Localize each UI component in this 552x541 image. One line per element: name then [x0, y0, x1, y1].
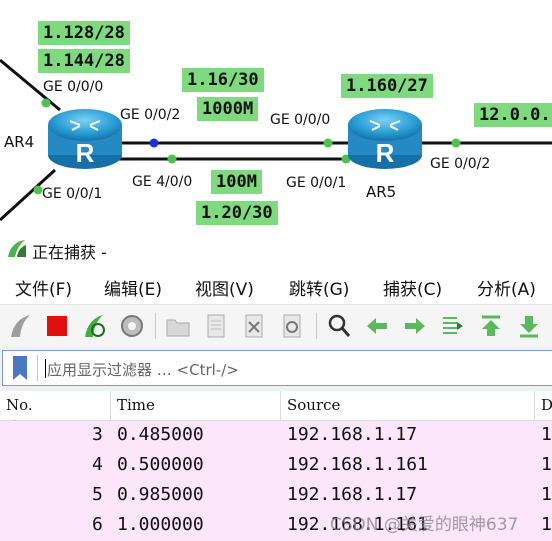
filter-placeholder: 应用显示过滤器 … <Ctrl-/> [47, 361, 239, 379]
device-name-ar4: AR4 [4, 133, 35, 151]
menu-go[interactable]: 跳转(G) [289, 275, 349, 300]
file-icon[interactable] [203, 313, 229, 339]
options-icon[interactable] [119, 313, 145, 339]
port-dot [323, 138, 333, 148]
bookmark-icon[interactable] [11, 355, 29, 381]
packet-no: 4 [92, 454, 103, 475]
ip-label: 1.144/28 [38, 49, 130, 73]
menu-bar: 文件(F) 编辑(E) 视图(V) 跳转(G) 捕获(C) 分析(A) [0, 266, 552, 304]
port-dot [149, 138, 159, 148]
menu-capture[interactable]: 捕获(C) [383, 275, 442, 300]
port-label: GE 0/0/0 [270, 112, 331, 128]
port-label: GE 0/0/2 [120, 107, 181, 123]
ip-label: 1.16/30 [182, 68, 264, 92]
packet-time: 1.000000 [117, 514, 204, 535]
menu-view[interactable]: 视图(V) [195, 275, 254, 300]
ip-label: 1.160/27 [341, 74, 433, 98]
packet-time: 0.985000 [117, 484, 204, 505]
port-label: GE 0/0/1 [42, 186, 103, 202]
menu-file[interactable]: 文件(F) [15, 275, 72, 300]
packet-no: 3 [92, 424, 103, 445]
packet-source: 192.168.1.17 [287, 424, 418, 445]
goto-packet-icon[interactable] [440, 313, 466, 339]
router-ar5-icon[interactable]: R [348, 109, 422, 169]
network-topology: R R 1.128/28 1.144/28 1.16/30 1000M 1.16… [0, 0, 552, 232]
reload-icon[interactable] [279, 313, 305, 339]
wireshark-window: 正在捕获 - 文件(F) 编辑(E) 视图(V) 跳转(G) 捕获(C) 分析(… [0, 232, 552, 541]
open-folder-icon[interactable] [165, 313, 191, 339]
packet-no: 6 [92, 514, 103, 535]
packet-destination: 1 [541, 454, 552, 475]
packet-destination: 1 [541, 484, 552, 505]
packet-row[interactable]: 3 0.485000 192.168.1.17 1 [0, 421, 552, 451]
close-file-icon[interactable] [241, 313, 267, 339]
packet-time: 0.500000 [117, 454, 204, 475]
main-toolbar [0, 304, 552, 347]
port-dot [167, 154, 177, 164]
port-label: GE 0/0/1 [286, 175, 347, 191]
window-title: 正在捕获 - [32, 243, 107, 262]
wireshark-logo-icon [8, 240, 26, 257]
watermark: CSDN @关爱的眼神637 [330, 515, 519, 535]
display-filter-input[interactable]: 应用显示过滤器 … <Ctrl-/> [2, 350, 552, 386]
column-header-no[interactable]: No. [0, 391, 111, 420]
toolbar-separator [316, 313, 317, 339]
packet-row[interactable]: 5 0.985000 192.168.1.17 1 [0, 481, 552, 511]
router-ar4-icon[interactable]: R [48, 109, 122, 169]
ip-label: 1.20/30 [196, 201, 278, 225]
packet-source: 192.168.1.161 [287, 454, 428, 475]
first-packet-icon[interactable] [478, 313, 504, 339]
stop-icon[interactable] [44, 313, 70, 339]
port-label: GE 4/0/0 [132, 174, 193, 190]
back-arrow-icon[interactable] [364, 313, 390, 339]
packet-source: 192.168.1.17 [287, 484, 418, 505]
svg-text:R: R [76, 138, 95, 168]
port-label: GE 0/0/2 [430, 156, 491, 172]
shark-fin-icon[interactable] [8, 313, 34, 339]
port-label: GE 0/0/0 [43, 79, 104, 95]
column-header-source[interactable]: Source [281, 391, 535, 420]
menu-analyze[interactable]: 分析(A) [477, 275, 536, 300]
packet-list-header: No. Time Source De [0, 391, 552, 421]
device-name-ar5: AR5 [366, 183, 397, 201]
text-cursor [45, 359, 46, 378]
column-header-destination[interactable]: De [535, 391, 552, 420]
title-bar: 正在捕获 - [0, 232, 552, 266]
port-dot [41, 98, 51, 108]
toolbar-separator [155, 313, 156, 339]
ip-label: 1.128/28 [38, 21, 130, 45]
port-dot [451, 138, 461, 148]
menu-edit[interactable]: 编辑(E) [104, 275, 162, 300]
svg-text:R: R [376, 138, 395, 168]
packet-destination: 1 [541, 514, 552, 535]
restart-icon[interactable] [81, 313, 107, 339]
ip-label: 12.0.0. [474, 103, 552, 127]
filter-divider [37, 355, 38, 381]
packet-row[interactable]: 4 0.500000 192.168.1.161 1 [0, 451, 552, 481]
packet-no: 5 [92, 484, 103, 505]
bandwidth-label: 100M [211, 170, 262, 194]
search-icon[interactable] [326, 313, 352, 339]
bandwidth-label: 1000M [197, 97, 259, 121]
column-header-time[interactable]: Time [111, 391, 281, 420]
packet-time: 0.485000 [117, 424, 204, 445]
forward-arrow-icon[interactable] [402, 313, 428, 339]
last-packet-icon[interactable] [516, 313, 542, 339]
display-filter-bar: 应用显示过滤器 … <Ctrl-/> [0, 348, 552, 388]
packet-destination: 1 [541, 424, 552, 445]
